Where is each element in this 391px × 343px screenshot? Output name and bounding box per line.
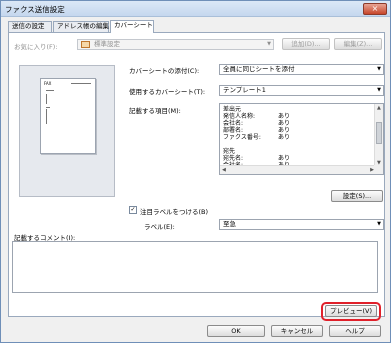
chevron-down-icon: ▼ [377, 87, 381, 93]
fax-settings-dialog: ファクス送信設定 × 送信の設定 アドレス帳の編集 カバーシート お気に入り(F… [0, 0, 391, 343]
list-item: ファクス番号: あり [223, 134, 291, 141]
scroll-corner [374, 165, 383, 174]
list-item: 発信人名称: あり [223, 113, 291, 120]
favorites-label: お気に入り(F): [14, 43, 58, 51]
items-list[interactable]: 差出元 発信人名称: あり 会社名: あり 部署名: あり ファクス番号: あり 宛先 … [219, 103, 384, 175]
comment-textarea[interactable] [12, 241, 378, 293]
attention-label-checkbox[interactable]: ✓ [129, 206, 137, 214]
attach-cover-select[interactable]: 全員に同じシートを添付 ▼ [219, 64, 384, 75]
items-vertical-scrollbar[interactable]: ▲ ▼ [374, 104, 383, 167]
tab-send-settings[interactable]: 送信の設定 [8, 21, 52, 32]
add-favorite-button[interactable]: 追加(D)... [282, 38, 330, 50]
attach-cover-label: カバーシートの添付(C): [129, 67, 200, 75]
list-item: 部署名: あり [223, 127, 291, 134]
preview-page: FAX [40, 78, 96, 154]
window-title: ファクス送信設定 [5, 5, 65, 14]
title-bar: ファクス送信設定 × [1, 1, 390, 17]
edit-favorite-button[interactable]: 編集(Z)... [334, 38, 382, 50]
preview-line [71, 83, 91, 84]
help-button[interactable]: ヘルプ [329, 325, 381, 337]
preview-line [46, 109, 47, 124]
attention-label-checkbox-label[interactable]: 注目ラベルをつける(B) [140, 206, 208, 216]
settings-button[interactable]: 設定(S)... [331, 190, 383, 202]
chevron-down-icon: ▼ [267, 41, 271, 47]
preview-button[interactable]: プレビュー(V) [325, 305, 377, 317]
chevron-down-icon: ▼ [377, 66, 381, 72]
scroll-thumb[interactable] [376, 122, 382, 144]
favorites-value: 標準設定 [94, 40, 120, 48]
use-cover-label: 使用するカバーシート(T): [129, 88, 206, 96]
items-label: 記載する項目(M): [129, 107, 181, 115]
cover-sheet-panel: お気に入り(F): 標準設定 ▼ 追加(D)... 編集(Z)... FAX カ… [8, 32, 385, 317]
scroll-left-icon[interactable]: ◀ [222, 167, 226, 173]
preview-fax-header: FAX [44, 81, 52, 86]
use-cover-select[interactable]: テンプレート1 ▼ [219, 85, 384, 96]
preview-line [46, 107, 50, 108]
favorites-select[interactable]: 標準設定 ▼ [77, 39, 274, 50]
list-item: 会社名:あり [223, 120, 291, 127]
list-item: 宛先名: あり [223, 155, 291, 162]
use-cover-value: テンプレート1 [223, 86, 266, 94]
list-item: 差出元 [223, 106, 242, 113]
preview-line [46, 94, 47, 104]
label-field-label: ラベル(E): [144, 223, 175, 231]
items-horizontal-scrollbar[interactable]: ◀ ▶ [220, 165, 376, 174]
attach-cover-value: 全員に同じシートを添付 [223, 65, 295, 73]
label-select[interactable]: 至急 ▼ [219, 219, 384, 230]
chevron-down-icon: ▼ [377, 221, 381, 227]
preview-line [46, 90, 54, 91]
label-value: 至急 [223, 220, 236, 228]
scroll-up-icon[interactable]: ▲ [377, 105, 381, 111]
tab-address-book-edit[interactable]: アドレス帳の編集 [53, 21, 109, 32]
ok-button[interactable]: OK [207, 325, 265, 337]
tab-cover-sheet[interactable]: カバーシート [110, 20, 154, 33]
cancel-button[interactable]: キャンセル [271, 325, 323, 337]
favorite-settings-icon [81, 41, 90, 48]
close-button[interactable]: × [363, 3, 387, 15]
cover-sheet-preview: FAX [19, 65, 115, 197]
list-item: 宛先 [223, 148, 236, 155]
